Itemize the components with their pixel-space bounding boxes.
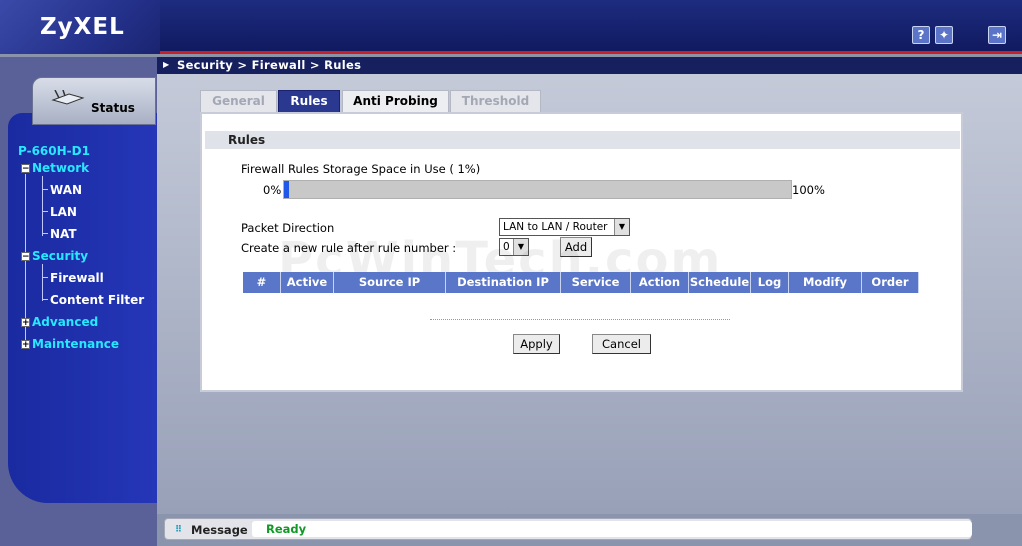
sidebar-item-maintenance[interactable]: + Maintenance [21, 337, 119, 351]
tab-rules[interactable]: Rules [278, 90, 340, 112]
breadcrumb-bar: ▶ Security > Firewall > Rules [157, 57, 1022, 74]
storage-progress-bar [283, 180, 792, 199]
brand-name: ZyXEL [40, 14, 125, 40]
breadcrumb: Security > Firewall > Rules [177, 58, 362, 72]
sidebar-item-lan[interactable]: LAN [50, 205, 77, 219]
logout-icon[interactable]: ⇥ [988, 26, 1006, 44]
message-label: Message [191, 523, 248, 537]
storage-label: Firewall Rules Storage Space in Use ( 1%… [241, 162, 481, 176]
apply-button[interactable]: Apply [513, 334, 560, 354]
status-tab[interactable]: Status [32, 77, 156, 125]
column-header-log: Log [751, 272, 789, 293]
tree-line [42, 176, 43, 236]
column-header-schedule: Schedule [689, 272, 751, 293]
status-tab-label: Status [91, 101, 135, 115]
sidebar-item-security[interactable]: − Security [21, 249, 88, 263]
tab-threshold[interactable]: Threshold [450, 90, 541, 112]
tree-line [42, 264, 43, 301]
column-header-order: Order [862, 272, 919, 293]
column-header-action: Action [631, 272, 689, 293]
column-header-active: Active [281, 272, 334, 293]
sidebar-item-wan[interactable]: WAN [50, 183, 82, 197]
sidebar-item-network[interactable]: − Network [21, 161, 89, 175]
column-header-modify: Modify [789, 272, 862, 293]
message-box: ⠿ Message Ready [164, 518, 972, 540]
router-icon [51, 90, 85, 105]
bar-max-label: 100% [792, 183, 825, 197]
message-icon: ⠿ [175, 525, 183, 535]
rules-panel: Rules Firewall Rules Storage Space in Us… [200, 112, 963, 392]
column-header-source-ip: Source IP [334, 272, 446, 293]
tree-line [42, 189, 48, 190]
storage-progress-fill [284, 181, 290, 198]
collapse-icon: − [21, 164, 30, 174]
cancel-button[interactable]: Cancel [592, 334, 651, 354]
main-area: General Rules Anti Probing Threshold Rul… [157, 74, 1022, 514]
tree-line [42, 233, 48, 234]
collapse-icon: − [21, 252, 30, 262]
help-icon[interactable]: ? [912, 26, 930, 44]
header-bar: ZyXEL ? ✦ ⇥ [0, 0, 1022, 54]
column-header-service: Service [561, 272, 631, 293]
expand-icon: + [21, 340, 30, 350]
sidebar-item-content-filter[interactable]: Content Filter [50, 293, 144, 307]
section-header: Rules [205, 131, 960, 149]
separator [430, 319, 730, 320]
message-bar: ⠿ Message Ready [157, 514, 1022, 546]
tree-line [42, 299, 48, 300]
column-header-destination-ip: Destination IP [446, 272, 561, 293]
sidebar: Status P-660H-D1 − Network WAN LAN NAT − S… [0, 57, 157, 546]
tree-line [42, 211, 48, 212]
sidebar-item-firewall[interactable]: Firewall [50, 271, 104, 285]
bar-min-label: 0% [263, 183, 282, 197]
breadcrumb-bullet-icon: ▶ [163, 60, 170, 69]
message-status: Ready [266, 522, 307, 536]
sidebar-item-advanced[interactable]: + Advanced [21, 315, 98, 329]
device-name: P-660H-D1 [18, 144, 90, 158]
message-value-box: Ready [252, 521, 972, 537]
zyxel-logo: ZyXEL [0, 0, 160, 54]
section-title: Rules [228, 133, 266, 147]
wizard-icon[interactable]: ✦ [935, 26, 953, 44]
tree-line [42, 277, 48, 278]
column-header-number: # [243, 272, 281, 293]
expand-icon: + [21, 318, 30, 328]
tab-anti-probing[interactable]: Anti Probing [342, 90, 449, 112]
tab-general[interactable]: General [200, 90, 277, 112]
sidebar-item-nat[interactable]: NAT [50, 227, 77, 241]
